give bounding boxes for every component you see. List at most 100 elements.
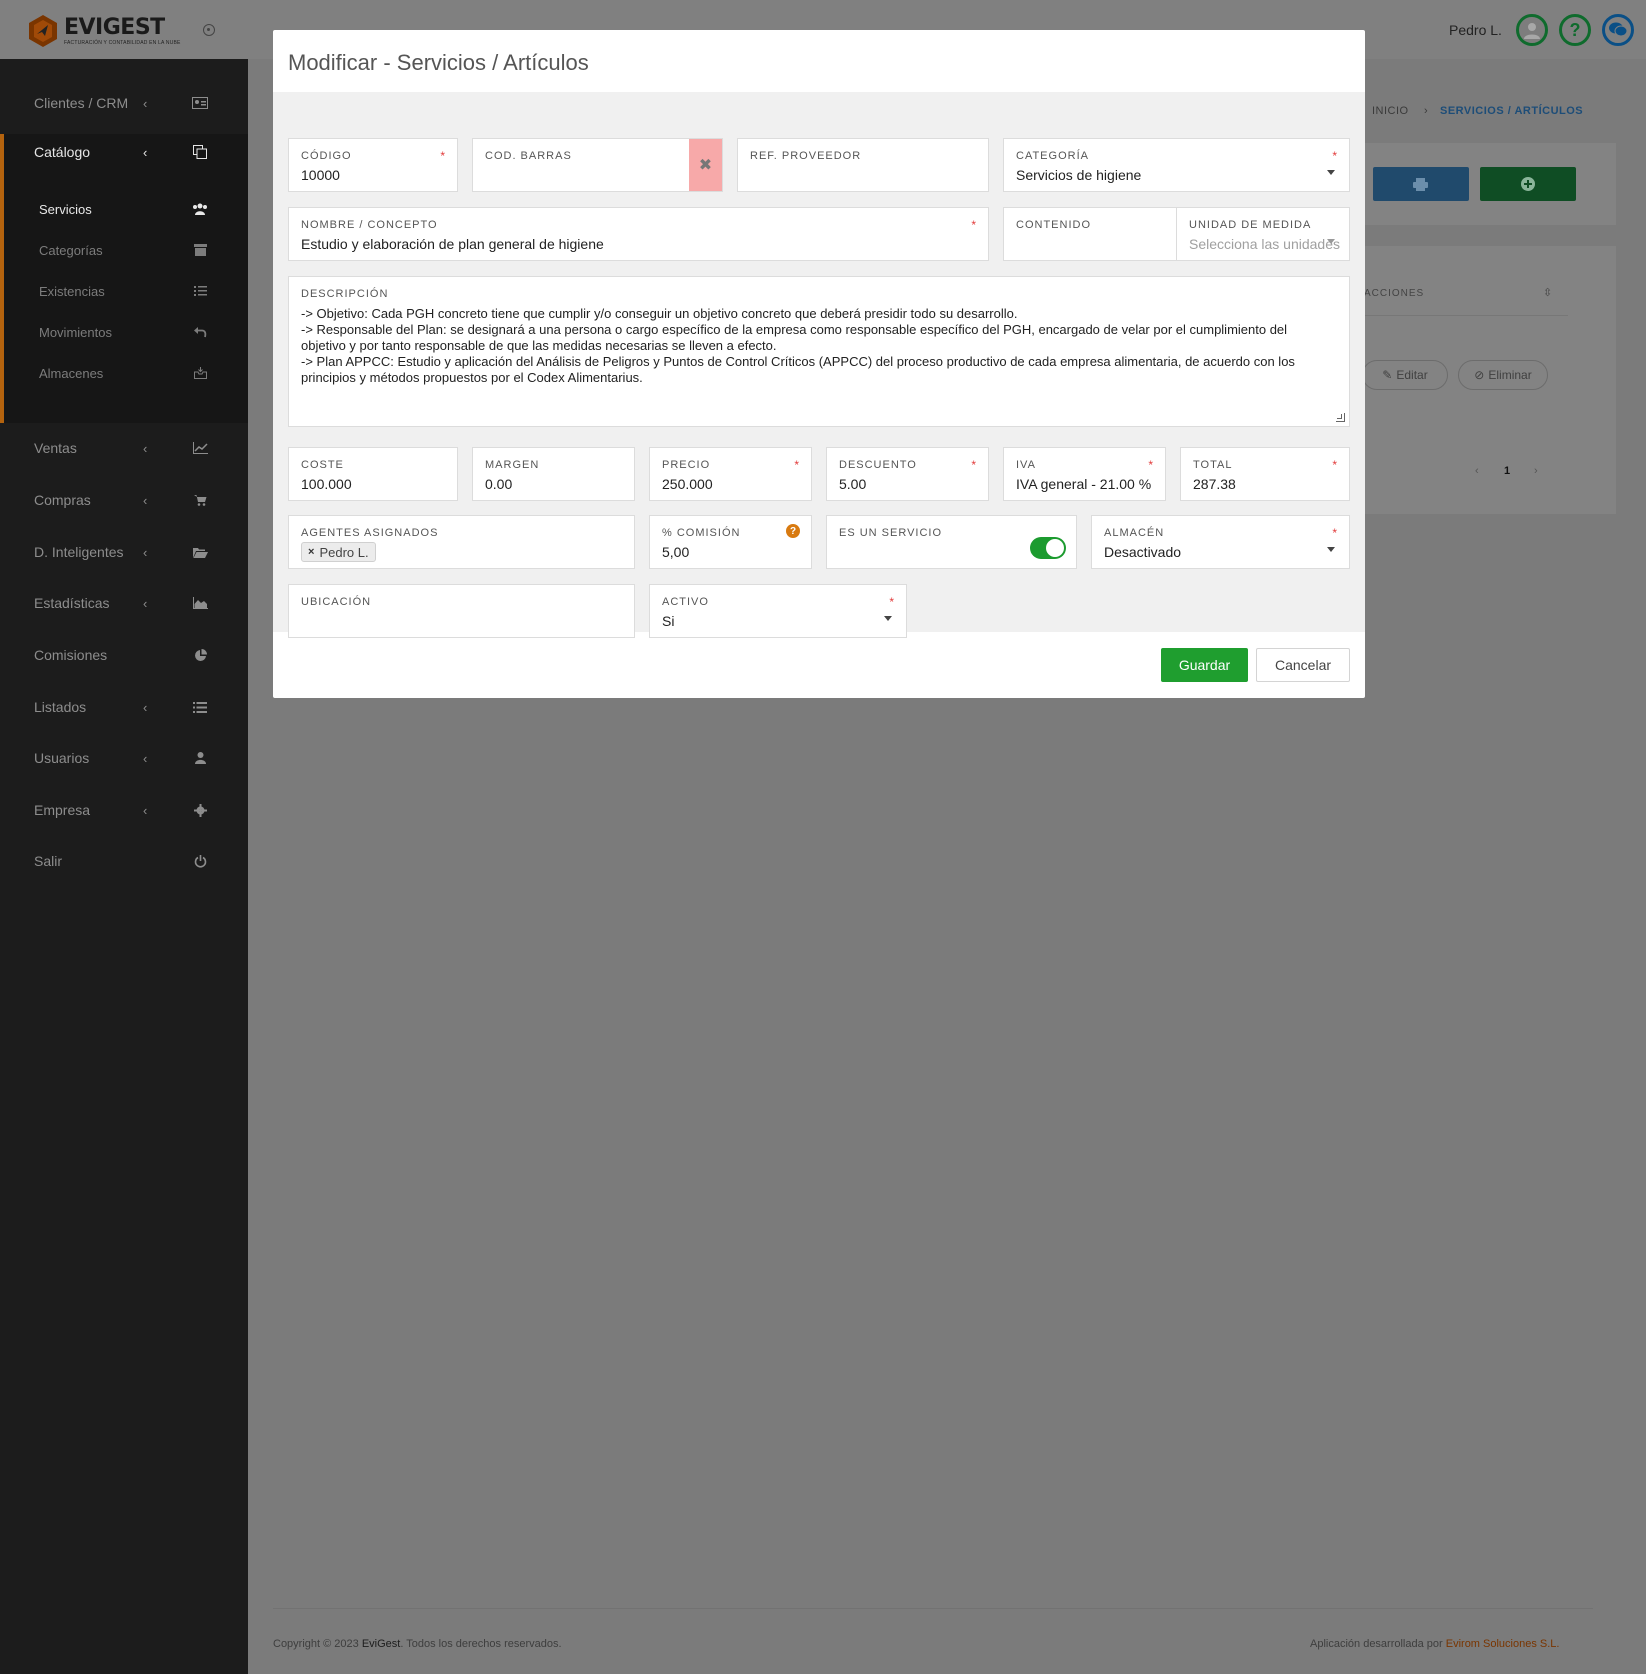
plus-circle-icon <box>1521 177 1535 191</box>
chevron-left-icon: ‹ <box>143 440 148 456</box>
delete-row-button[interactable]: ⊘ Eliminar <box>1458 360 1548 390</box>
contenido-field[interactable]: CONTENIDO <box>1003 207 1177 261</box>
categoria-select[interactable]: CATEGORÍA * Servicios de higiene <box>1003 138 1350 192</box>
sidebar-item-salir[interactable]: Salir <box>0 838 248 884</box>
activo-select[interactable]: ACTIVO * Si <box>649 584 907 638</box>
sidebar-subitem-categorias[interactable]: Categorías <box>0 230 248 270</box>
sidebar-item-label: Comisiones <box>34 647 108 663</box>
id-card-icon <box>192 95 208 111</box>
margen-field[interactable]: MARGEN 0.00 <box>472 447 635 501</box>
sidebar: Clientes / CRM ‹ Catálogo ‹ Servicios Ca… <box>0 59 248 1674</box>
required-mark: * <box>971 458 976 472</box>
clear-barcode-button[interactable]: ✖ <box>689 139 722 191</box>
chevron-left-icon: ‹ <box>143 802 148 818</box>
chat-bubble-icon <box>1609 22 1628 37</box>
sidebar-item-comisiones[interactable]: Comisiones <box>0 632 248 678</box>
pie-chart-icon <box>192 647 208 663</box>
sidebar-subitem-movimientos[interactable]: Movimientos <box>0 312 248 352</box>
question-circle-icon[interactable]: ? <box>786 524 800 538</box>
save-button[interactable]: Guardar <box>1161 648 1248 682</box>
descuento-field[interactable]: DESCUENTO * 5.00 <box>826 447 989 501</box>
undo-icon <box>192 324 208 340</box>
area-chart-icon <box>192 595 208 611</box>
unidad-medida-placeholder: Selecciona las unidades <box>1189 236 1340 252</box>
sidebar-item-compras[interactable]: Compras ‹ <box>0 477 248 523</box>
almacen-select[interactable]: ALMACÉN * Desactivado <box>1091 515 1350 569</box>
almacen-label: ALMACÉN <box>1104 527 1165 539</box>
copy-icon <box>192 144 208 160</box>
required-mark: * <box>1148 458 1153 472</box>
total-label: TOTAL <box>1193 459 1233 471</box>
sidebar-subitem-label: Movimientos <box>39 324 112 340</box>
user-icon <box>192 750 208 766</box>
precio-value: 250.000 <box>662 476 713 492</box>
pagination-next[interactable]: › <box>1534 465 1538 477</box>
ban-icon: ⊘ <box>1474 368 1485 382</box>
iva-select[interactable]: IVA * IVA general - 21.00 % <box>1003 447 1166 501</box>
unidad-medida-select[interactable]: UNIDAD DE MEDIDA Selecciona las unidades <box>1176 207 1350 261</box>
ref-proveedor-field[interactable]: REF. PROVEEDOR <box>737 138 989 192</box>
sidebar-item-usuarios[interactable]: Usuarios ‹ <box>0 735 248 781</box>
es-servicio-field: ES UN SERVICIO <box>826 515 1077 569</box>
remove-tag-icon[interactable]: × <box>308 546 314 558</box>
print-button[interactable] <box>1373 167 1469 201</box>
user-name[interactable]: Pedro L. <box>1449 22 1502 38</box>
sidebar-item-ventas[interactable]: Ventas ‹ <box>0 425 248 471</box>
pagination-page[interactable]: 1 <box>1504 465 1510 477</box>
sidebar-item-clientes-crm[interactable]: Clientes / CRM ‹ <box>0 80 248 126</box>
avatar[interactable] <box>1516 14 1548 46</box>
margen-label: MARGEN <box>485 459 540 471</box>
edit-service-modal: Modificar - Servicios / Artículos CÓDIGO… <box>273 30 1365 698</box>
copyright-suffix: . Todos los derechos reservados. <box>400 1638 562 1650</box>
breadcrumb-home[interactable]: INICIO <box>1372 105 1409 117</box>
chat-button[interactable] <box>1602 14 1634 46</box>
chevron-left-icon: ‹ <box>143 544 148 560</box>
required-mark: * <box>971 218 976 232</box>
add-button[interactable] <box>1480 167 1576 201</box>
modal-body: CÓDIGO * 10000 COD. BARRAS ✖ REF. PROVEE… <box>273 92 1365 638</box>
developer-link[interactable]: Evirom Soluciones S.L. <box>1446 1638 1560 1650</box>
print-icon <box>1413 178 1428 191</box>
activo-label: ACTIVO <box>662 596 709 608</box>
ubicacion-field[interactable]: UBICACIÓN <box>288 584 635 638</box>
sidebar-subitem-existencias[interactable]: Existencias <box>0 271 248 311</box>
es-servicio-toggle[interactable] <box>1030 537 1066 559</box>
total-field[interactable]: TOTAL * 287.38 <box>1180 447 1350 501</box>
categoria-value: Servicios de higiene <box>1016 167 1142 183</box>
edit-row-button[interactable]: ✎ Editar <box>1362 360 1448 390</box>
descripcion-textarea[interactable]: DESCRIPCIÓN -> Objetivo: Cada PGH concre… <box>288 276 1350 427</box>
breadcrumb-current: SERVICIOS / ARTÍCULOS <box>1440 105 1584 117</box>
codigo-field[interactable]: CÓDIGO * 10000 <box>288 138 458 192</box>
help-button[interactable]: ? <box>1559 14 1591 46</box>
resize-handle-icon[interactable] <box>1336 413 1345 422</box>
sort-icon[interactable]: ⇳ <box>1543 286 1552 299</box>
agentes-multiselect[interactable]: AGENTES ASIGNADOS × Pedro L. <box>288 515 635 569</box>
sidebar-toggle-icon[interactable] <box>203 24 215 36</box>
required-mark: * <box>440 149 445 163</box>
pagination-prev[interactable]: ‹ <box>1475 465 1479 477</box>
user-avatar-icon <box>1524 23 1540 39</box>
sidebar-item-estadisticas[interactable]: Estadísticas ‹ <box>0 580 248 626</box>
nombre-label: NOMBRE / CONCEPTO <box>301 219 438 231</box>
sidebar-group-catalogo: Catálogo ‹ Servicios Categorías Existenc… <box>0 134 248 423</box>
precio-field[interactable]: PRECIO * 250.000 <box>649 447 812 501</box>
descuento-value: 5.00 <box>839 476 867 492</box>
list-ol-icon <box>192 283 208 299</box>
codigo-label: CÓDIGO <box>301 150 352 162</box>
copyright-brand[interactable]: EviGest <box>362 1638 401 1650</box>
sidebar-item-listados[interactable]: Listados ‹ <box>0 684 248 730</box>
sidebar-item-d-inteligentes[interactable]: D. Inteligentes ‹ <box>0 529 248 575</box>
sidebar-subitem-servicios[interactable]: Servicios <box>0 189 248 229</box>
app-logo[interactable]: EVIGEST FACTURACIÓN Y CONTABILIDAD EN LA… <box>28 14 181 48</box>
nombre-field[interactable]: NOMBRE / CONCEPTO * Estudio y elaboració… <box>288 207 989 261</box>
cancel-button[interactable]: Cancelar <box>1256 648 1350 682</box>
comision-value: 5,00 <box>662 544 690 560</box>
actions-column-header: ACCIONES <box>1364 288 1425 299</box>
sidebar-item-empresa[interactable]: Empresa ‹ <box>0 787 248 833</box>
sidebar-subitem-almacenes[interactable]: Almacenes <box>0 353 248 393</box>
sidebar-item-catalogo[interactable]: Catálogo ‹ <box>0 129 248 175</box>
comision-field[interactable]: % COMISIÓN ? 5,00 <box>649 515 812 569</box>
edit-label: Editar <box>1396 368 1428 382</box>
coste-field[interactable]: COSTE 100.000 <box>288 447 458 501</box>
cod-barras-field[interactable]: COD. BARRAS ✖ <box>472 138 723 192</box>
